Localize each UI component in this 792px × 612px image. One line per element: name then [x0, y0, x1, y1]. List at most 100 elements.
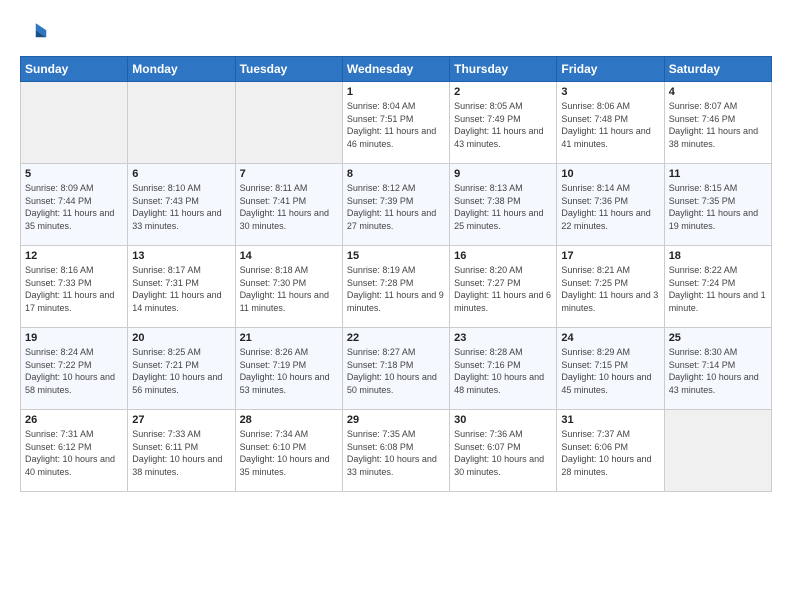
day-cell: 28 Sunrise: 7:34 AM Sunset: 6:10 PM Dayli…: [235, 410, 342, 492]
day-info: Sunrise: 8:27 AM Sunset: 7:18 PM Dayligh…: [347, 346, 445, 396]
day-cell: 14 Sunrise: 8:18 AM Sunset: 7:30 PM Dayli…: [235, 246, 342, 328]
day-info: Sunrise: 8:20 AM Sunset: 7:27 PM Dayligh…: [454, 264, 552, 314]
day-number: 28: [240, 414, 338, 426]
day-info: Sunrise: 8:28 AM Sunset: 7:16 PM Dayligh…: [454, 346, 552, 396]
day-cell: 23 Sunrise: 8:28 AM Sunset: 7:16 PM Dayli…: [450, 328, 557, 410]
day-cell: 13 Sunrise: 8:17 AM Sunset: 7:31 PM Dayli…: [128, 246, 235, 328]
day-number: 8: [347, 168, 445, 180]
weekday-sunday: Sunday: [21, 57, 128, 82]
page: SundayMondayTuesdayWednesdayThursdayFrid…: [0, 0, 792, 612]
day-cell: 8 Sunrise: 8:12 AM Sunset: 7:39 PM Daylig…: [342, 164, 449, 246]
day-number: 10: [561, 168, 659, 180]
day-number: 7: [240, 168, 338, 180]
day-info: Sunrise: 8:10 AM Sunset: 7:43 PM Dayligh…: [132, 182, 230, 232]
day-number: 4: [669, 86, 767, 98]
day-number: 24: [561, 332, 659, 344]
day-info: Sunrise: 8:06 AM Sunset: 7:48 PM Dayligh…: [561, 100, 659, 150]
day-cell: 20 Sunrise: 8:25 AM Sunset: 7:21 PM Dayli…: [128, 328, 235, 410]
week-row-3: 19 Sunrise: 8:24 AM Sunset: 7:22 PM Dayli…: [21, 328, 772, 410]
day-number: 26: [25, 414, 123, 426]
day-cell: 9 Sunrise: 8:13 AM Sunset: 7:38 PM Daylig…: [450, 164, 557, 246]
day-number: 29: [347, 414, 445, 426]
day-number: 17: [561, 250, 659, 262]
day-info: Sunrise: 7:33 AM Sunset: 6:11 PM Dayligh…: [132, 428, 230, 478]
day-info: Sunrise: 8:26 AM Sunset: 7:19 PM Dayligh…: [240, 346, 338, 396]
day-cell: 7Sunrise: 8:11 AM Sunset: 7:41 PM Daylig…: [235, 164, 342, 246]
day-number: 19: [25, 332, 123, 344]
day-cell: 15 Sunrise: 8:19 AM Sunset: 7:28 PM Dayli…: [342, 246, 449, 328]
weekday-header-row: SundayMondayTuesdayWednesdayThursdayFrid…: [21, 57, 772, 82]
day-cell: 1Sunrise: 8:04 AM Sunset: 7:51 PM Daylig…: [342, 82, 449, 164]
day-cell: 11 Sunrise: 8:15 AM Sunset: 7:35 PM Dayli…: [664, 164, 771, 246]
day-number: 16: [454, 250, 552, 262]
day-number: 9: [454, 168, 552, 180]
day-number: 6: [132, 168, 230, 180]
day-number: 30: [454, 414, 552, 426]
day-number: 31: [561, 414, 659, 426]
weekday-tuesday: Tuesday: [235, 57, 342, 82]
day-info: Sunrise: 8:17 AM Sunset: 7:31 PM Dayligh…: [132, 264, 230, 314]
day-cell: 24 Sunrise: 8:29 AM Sunset: 7:15 PM Dayli…: [557, 328, 664, 410]
logo: [20, 18, 50, 46]
day-cell: 21 Sunrise: 8:26 AM Sunset: 7:19 PM Dayli…: [235, 328, 342, 410]
day-info: Sunrise: 7:36 AM Sunset: 6:07 PM Dayligh…: [454, 428, 552, 478]
day-cell: 6 Sunrise: 8:10 AM Sunset: 7:43 PM Daylig…: [128, 164, 235, 246]
day-cell: 2 Sunrise: 8:05 AM Sunset: 7:49 PM Daylig…: [450, 82, 557, 164]
day-number: 2: [454, 86, 552, 98]
weekday-monday: Monday: [128, 57, 235, 82]
day-number: 20: [132, 332, 230, 344]
day-info: Sunrise: 7:35 AM Sunset: 6:08 PM Dayligh…: [347, 428, 445, 478]
day-number: 12: [25, 250, 123, 262]
day-cell: 18Sunrise: 8:22 AM Sunset: 7:24 PM Dayli…: [664, 246, 771, 328]
day-cell: 22 Sunrise: 8:27 AM Sunset: 7:18 PM Dayli…: [342, 328, 449, 410]
logo-icon: [20, 18, 48, 46]
day-cell: [128, 82, 235, 164]
week-row-4: 26Sunrise: 7:31 AM Sunset: 6:12 PM Dayli…: [21, 410, 772, 492]
day-cell: 17 Sunrise: 8:21 AM Sunset: 7:25 PM Dayli…: [557, 246, 664, 328]
weekday-saturday: Saturday: [664, 57, 771, 82]
day-cell: 10 Sunrise: 8:14 AM Sunset: 7:36 PM Dayli…: [557, 164, 664, 246]
day-cell: 30 Sunrise: 7:36 AM Sunset: 6:07 PM Dayli…: [450, 410, 557, 492]
day-cell: [235, 82, 342, 164]
day-cell: 27 Sunrise: 7:33 AM Sunset: 6:11 PM Dayli…: [128, 410, 235, 492]
day-info: Sunrise: 7:37 AM Sunset: 6:06 PM Dayligh…: [561, 428, 659, 478]
day-number: 21: [240, 332, 338, 344]
day-info: Sunrise: 8:15 AM Sunset: 7:35 PM Dayligh…: [669, 182, 767, 232]
day-number: 27: [132, 414, 230, 426]
day-info: Sunrise: 8:19 AM Sunset: 7:28 PM Dayligh…: [347, 264, 445, 314]
day-number: 22: [347, 332, 445, 344]
day-cell: [21, 82, 128, 164]
day-cell: 31 Sunrise: 7:37 AM Sunset: 6:06 PM Dayli…: [557, 410, 664, 492]
day-cell: 12Sunrise: 8:16 AM Sunset: 7:33 PM Dayli…: [21, 246, 128, 328]
day-number: 11: [669, 168, 767, 180]
day-number: 3: [561, 86, 659, 98]
day-info: Sunrise: 8:21 AM Sunset: 7:25 PM Dayligh…: [561, 264, 659, 314]
day-cell: 4Sunrise: 8:07 AM Sunset: 7:46 PM Daylig…: [664, 82, 771, 164]
week-row-1: 5Sunrise: 8:09 AM Sunset: 7:44 PM Daylig…: [21, 164, 772, 246]
day-number: 23: [454, 332, 552, 344]
day-number: 5: [25, 168, 123, 180]
day-info: Sunrise: 8:04 AM Sunset: 7:51 PM Dayligh…: [347, 100, 445, 150]
day-cell: 19 Sunrise: 8:24 AM Sunset: 7:22 PM Dayli…: [21, 328, 128, 410]
weekday-friday: Friday: [557, 57, 664, 82]
week-row-0: 1Sunrise: 8:04 AM Sunset: 7:51 PM Daylig…: [21, 82, 772, 164]
day-info: Sunrise: 8:05 AM Sunset: 7:49 PM Dayligh…: [454, 100, 552, 150]
day-number: 15: [347, 250, 445, 262]
day-cell: 5Sunrise: 8:09 AM Sunset: 7:44 PM Daylig…: [21, 164, 128, 246]
day-cell: 3 Sunrise: 8:06 AM Sunset: 7:48 PM Daylig…: [557, 82, 664, 164]
day-number: 14: [240, 250, 338, 262]
day-info: Sunrise: 8:12 AM Sunset: 7:39 PM Dayligh…: [347, 182, 445, 232]
weekday-wednesday: Wednesday: [342, 57, 449, 82]
weekday-thursday: Thursday: [450, 57, 557, 82]
day-number: 13: [132, 250, 230, 262]
day-info: Sunrise: 8:14 AM Sunset: 7:36 PM Dayligh…: [561, 182, 659, 232]
day-info: Sunrise: 7:34 AM Sunset: 6:10 PM Dayligh…: [240, 428, 338, 478]
day-cell: [664, 410, 771, 492]
day-info: Sunrise: 8:29 AM Sunset: 7:15 PM Dayligh…: [561, 346, 659, 396]
day-number: 25: [669, 332, 767, 344]
day-info: Sunrise: 8:25 AM Sunset: 7:21 PM Dayligh…: [132, 346, 230, 396]
day-info: Sunrise: 8:24 AM Sunset: 7:22 PM Dayligh…: [25, 346, 123, 396]
day-info: Sunrise: 8:13 AM Sunset: 7:38 PM Dayligh…: [454, 182, 552, 232]
day-info: Sunrise: 8:22 AM Sunset: 7:24 PM Dayligh…: [669, 264, 767, 314]
day-info: Sunrise: 8:18 AM Sunset: 7:30 PM Dayligh…: [240, 264, 338, 314]
